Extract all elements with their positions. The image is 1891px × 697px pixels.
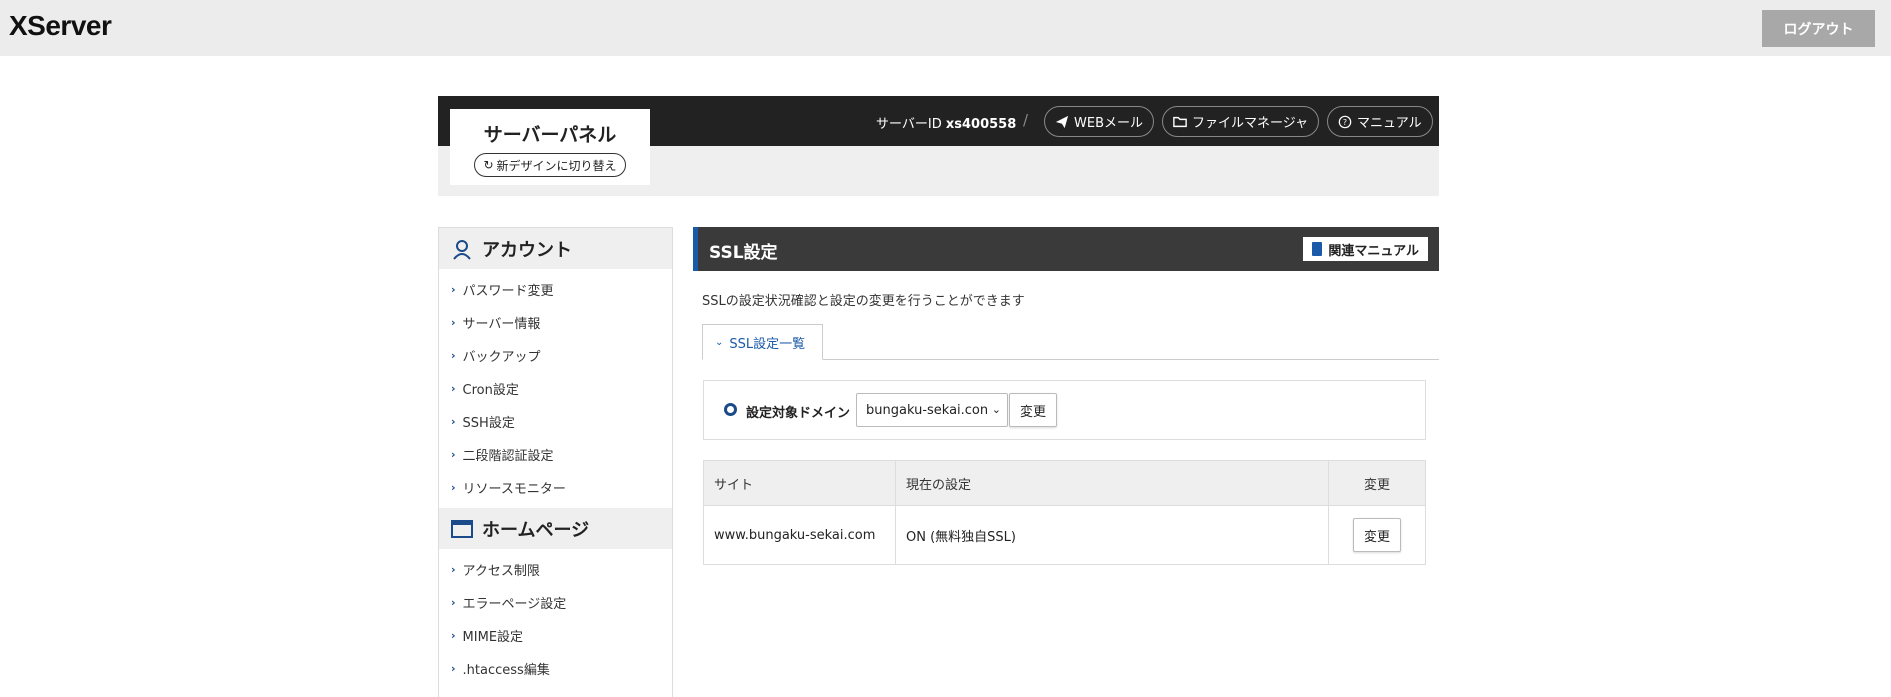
tab-ssl-list[interactable]: ⌄ SSL設定一覧 (702, 324, 823, 360)
chevron-right-icon: › (451, 382, 456, 395)
switch-design-label: 新デザインに切り替え (496, 158, 617, 173)
ssl-table: サイト 現在の設定 変更 www.bungaku-sekai.com ON (無… (703, 460, 1426, 565)
row-change-button[interactable]: 変更 (1353, 518, 1401, 552)
header-separator: / (1023, 111, 1029, 129)
webmail-button[interactable]: WEBメール (1044, 106, 1154, 137)
page-title: SSL設定 (709, 243, 778, 263)
help-icon: ? (1338, 115, 1352, 128)
setting-cell: ON (無料独自SSL) (895, 505, 1329, 565)
domain-change-button[interactable]: 変更 (1009, 393, 1057, 427)
sidebar-item-label: バックアップ (462, 350, 541, 365)
tab-ssl-list-label: SSL設定一覧 (729, 336, 806, 352)
table-header-row: サイト 現在の設定 変更 (703, 460, 1426, 506)
sidebar-item-label: SSH設定 (462, 416, 515, 431)
sidebar: アカウント › パスワード変更 › サーバー情報 › バックアップ › Cron設定 ›… (438, 227, 673, 697)
chevron-right-icon: › (451, 283, 456, 296)
domain-select[interactable]: bungaku-sekai.con ⌄ (856, 393, 1008, 427)
webmail-label: WEBメール (1074, 116, 1143, 131)
file-manager-label: ファイルマネージャ (1192, 116, 1309, 131)
sidebar-item-label: Cron設定 (462, 383, 519, 398)
browser-window-icon (451, 519, 473, 538)
page-description: SSLの設定状況確認と設定の変更を行うことができます (702, 294, 1025, 309)
column-header-current-setting: 現在の設定 (895, 460, 1329, 506)
switch-design-button[interactable]: ↻ 新デザインに切り替え (474, 153, 626, 177)
chevron-right-icon: › (451, 596, 456, 609)
sidebar-item-resource-monitor[interactable]: › リソースモニター (439, 471, 672, 504)
ssl-settings-header: SSL設定 関連マニュアル (693, 227, 1439, 271)
site-cell: www.bungaku-sekai.com (703, 505, 896, 565)
user-icon (453, 239, 471, 260)
sidebar-section-account: アカウント (439, 228, 672, 269)
sidebar-item-htaccess[interactable]: › .htaccess編集 (439, 652, 672, 685)
server-id-label: サーバーID (876, 117, 942, 132)
sidebar-item-label: サーバー情報 (462, 317, 541, 332)
sidebar-item-label: 二段階認証設定 (462, 449, 554, 464)
change-cell: 変更 (1328, 505, 1426, 565)
table-row: www.bungaku-sekai.com ON (無料独自SSL) 変更 (703, 505, 1426, 565)
sidebar-section-account-title: アカウント (482, 239, 572, 261)
svg-text:?: ? (1343, 118, 1347, 127)
chevron-right-icon: › (451, 415, 456, 428)
chevron-right-icon: › (451, 316, 456, 329)
chevron-right-icon: › (451, 349, 456, 362)
chevron-down-icon: ⌄ (715, 336, 724, 348)
book-icon (1312, 242, 1323, 256)
sidebar-item-mime[interactable]: › MIME設定 (439, 619, 672, 652)
server-id: サーバーID xs400558 (876, 113, 1016, 132)
sidebar-item-backup[interactable]: › バックアップ (439, 339, 672, 372)
chevron-right-icon: › (451, 629, 456, 642)
manual-label: マニュアル (1357, 116, 1422, 131)
panel-title-box: サーバーパネル ↻ 新デザインに切り替え (450, 109, 650, 185)
sidebar-item-2fa[interactable]: › 二段階認証設定 (439, 438, 672, 471)
related-manual-label: 関連マニュアル (1328, 243, 1419, 259)
sidebar-item-server-info[interactable]: › サーバー情報 (439, 306, 672, 339)
sidebar-section-homepage-title: ホームページ (482, 519, 590, 541)
domain-select-value: bungaku-sekai.con (866, 402, 989, 418)
panel-title: サーバーパネル (483, 124, 617, 146)
folder-icon (1173, 116, 1187, 127)
column-header-site: サイト (703, 460, 896, 506)
manual-button[interactable]: ? マニュアル (1327, 106, 1433, 137)
column-header-change: 変更 (1328, 460, 1426, 506)
sidebar-item-label: MIME設定 (462, 630, 524, 645)
sidebar-item-password[interactable]: › パスワード変更 (439, 273, 672, 306)
sidebar-item-ssh[interactable]: › SSH設定 (439, 405, 672, 438)
related-manual-button[interactable]: 関連マニュアル (1303, 237, 1428, 261)
server-id-value: xs400558 (945, 117, 1017, 132)
chevron-right-icon: › (451, 481, 456, 494)
chevron-down-icon: ⌄ (991, 403, 1001, 416)
chevron-right-icon: › (451, 662, 456, 675)
send-icon (1055, 115, 1069, 128)
sidebar-item-label: .htaccess編集 (462, 663, 550, 678)
sidebar-item-label: パスワード変更 (462, 284, 554, 299)
top-bar: XServer ログアウト (0, 0, 1891, 56)
sidebar-item-error-page[interactable]: › エラーページ設定 (439, 586, 672, 619)
radio-selected-icon (724, 403, 737, 416)
sidebar-item-label: エラーページ設定 (462, 597, 567, 612)
domain-label: 設定対象ドメイン (746, 406, 851, 421)
chevron-right-icon: › (451, 563, 456, 576)
domain-selector-box: 設定対象ドメイン bungaku-sekai.con ⌄ 変更 (703, 380, 1426, 440)
sidebar-item-cron[interactable]: › Cron設定 (439, 372, 672, 405)
sidebar-section-homepage: ホームページ (439, 508, 672, 549)
logout-button[interactable]: ログアウト (1762, 10, 1875, 47)
refresh-icon: ↻ (483, 158, 494, 172)
chevron-right-icon: › (451, 448, 456, 461)
sidebar-item-label: アクセス制限 (462, 564, 540, 579)
xserver-logo[interactable]: XServer (9, 10, 112, 42)
file-manager-button[interactable]: ファイルマネージャ (1162, 106, 1320, 137)
sidebar-item-access-restriction[interactable]: › アクセス制限 (439, 553, 672, 586)
sidebar-item-label: リソースモニター (462, 482, 566, 497)
